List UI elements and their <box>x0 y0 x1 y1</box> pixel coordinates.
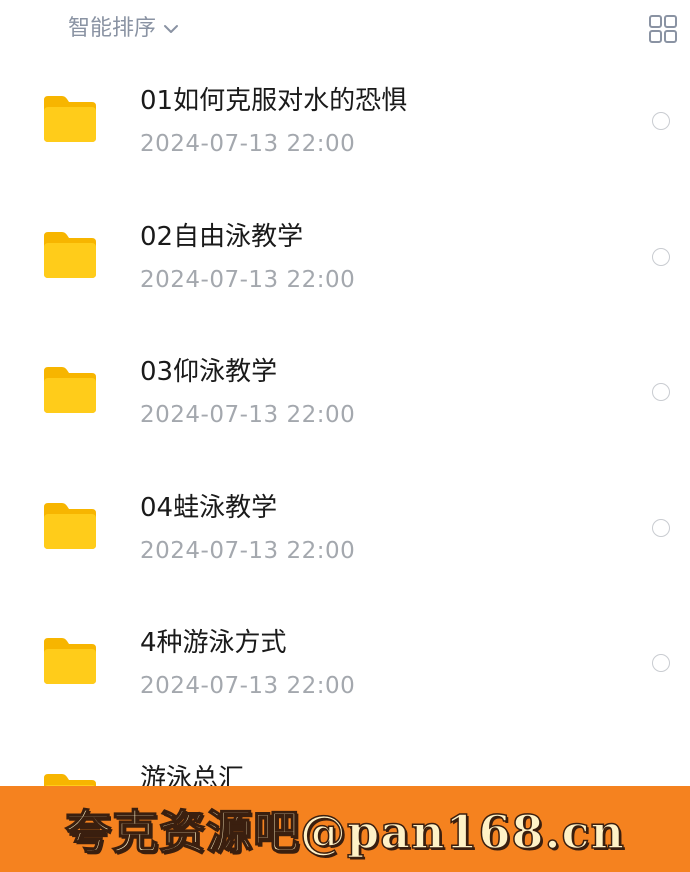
chevron-down-icon <box>164 25 179 33</box>
folder-icon <box>44 638 96 684</box>
file-date: 2024-07-13 22:00 <box>140 673 356 699</box>
file-name: 04蛙泳教学 <box>140 492 278 523</box>
file-row-2[interactable]: 02自由泳教学 2024-07-13 22:00 <box>0 198 690 334</box>
file-row-4[interactable]: 04蛙泳教学 2024-07-13 22:00 <box>0 469 690 605</box>
file-name: 01如何克服对水的恐惧 <box>140 86 408 116</box>
folder-icon <box>44 231 96 278</box>
file-name: 03仰泳教学 <box>140 357 278 387</box>
top-bar: 智能排序 <box>0 0 690 60</box>
file-list: 01如何克服对水的恐惧 2024-07-13 22:00 02自由泳教学 202… <box>0 62 690 872</box>
folder-icon <box>44 502 96 549</box>
sort-button[interactable]: 智能排序 <box>68 14 180 44</box>
select-checkbox[interactable] <box>652 247 670 266</box>
sort-label: 智能排序 <box>68 16 157 41</box>
watermark-banner: 夸克资源吧@pan168.cn <box>0 786 690 872</box>
grid-view-icon[interactable] <box>648 14 678 44</box>
select-checkbox[interactable] <box>652 112 670 130</box>
file-row-5[interactable]: 4种游泳方式 2024-07-13 22:00 <box>0 604 690 740</box>
file-browser-screen: 智能排序 01如何克服对水的恐惧 2024-07-13 22:00 02自由泳教… <box>0 0 690 872</box>
watermark-text: 夸克资源吧@pan168.cn <box>64 804 625 860</box>
folder-icon <box>44 367 96 413</box>
file-row-3[interactable]: 03仰泳教学 2024-07-13 22:00 <box>0 333 690 469</box>
file-row-1[interactable]: 01如何克服对水的恐惧 2024-07-13 22:00 <box>0 62 690 198</box>
folder-icon <box>44 96 96 142</box>
file-name: 02自由泳教学 <box>140 221 304 252</box>
select-checkbox[interactable] <box>652 518 670 537</box>
file-date: 2024-07-13 22:00 <box>140 402 356 428</box>
select-checkbox[interactable] <box>652 654 670 672</box>
file-date: 2024-07-13 22:00 <box>140 266 356 293</box>
file-name: 4种游泳方式 <box>140 628 287 658</box>
select-checkbox[interactable] <box>652 383 670 401</box>
file-date: 2024-07-13 22:00 <box>140 537 356 564</box>
file-date: 2024-07-13 22:00 <box>140 131 356 157</box>
